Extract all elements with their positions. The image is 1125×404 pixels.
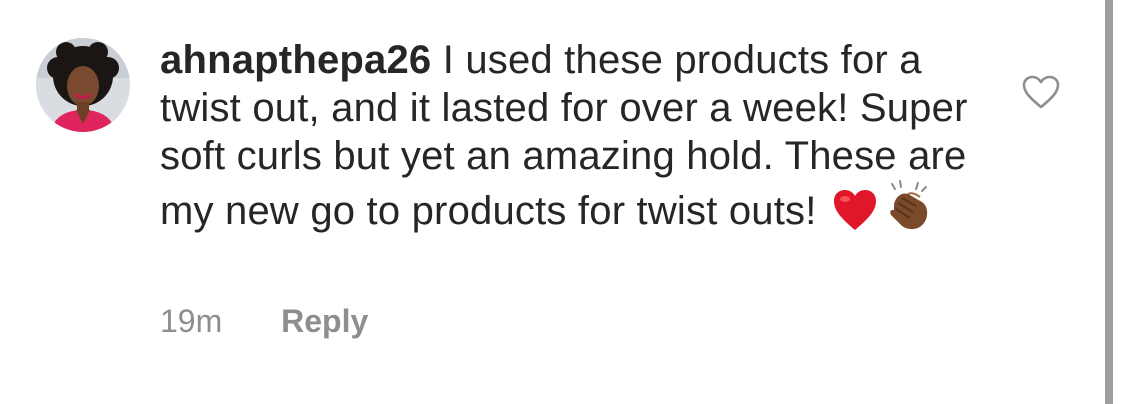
avatar[interactable] xyxy=(36,38,130,132)
comment-meta: 19m Reply xyxy=(160,301,368,341)
scrollbar[interactable] xyxy=(1105,0,1113,404)
reply-button[interactable]: Reply xyxy=(281,301,368,341)
avatar-image xyxy=(36,38,130,132)
heart-emoji-icon xyxy=(832,188,878,243)
comment-text: ahnapthepa26 I used these products for a… xyxy=(160,36,990,243)
heart-outline-icon xyxy=(1022,75,1060,109)
clapping-hands-emoji-icon xyxy=(882,180,934,243)
comment-username[interactable]: ahnapthepa26 xyxy=(160,38,431,82)
comment-item: ahnapthepa26 I used these products for a… xyxy=(0,0,1105,404)
comment-timestamp: 19m xyxy=(160,303,223,339)
like-button[interactable] xyxy=(1021,74,1061,110)
